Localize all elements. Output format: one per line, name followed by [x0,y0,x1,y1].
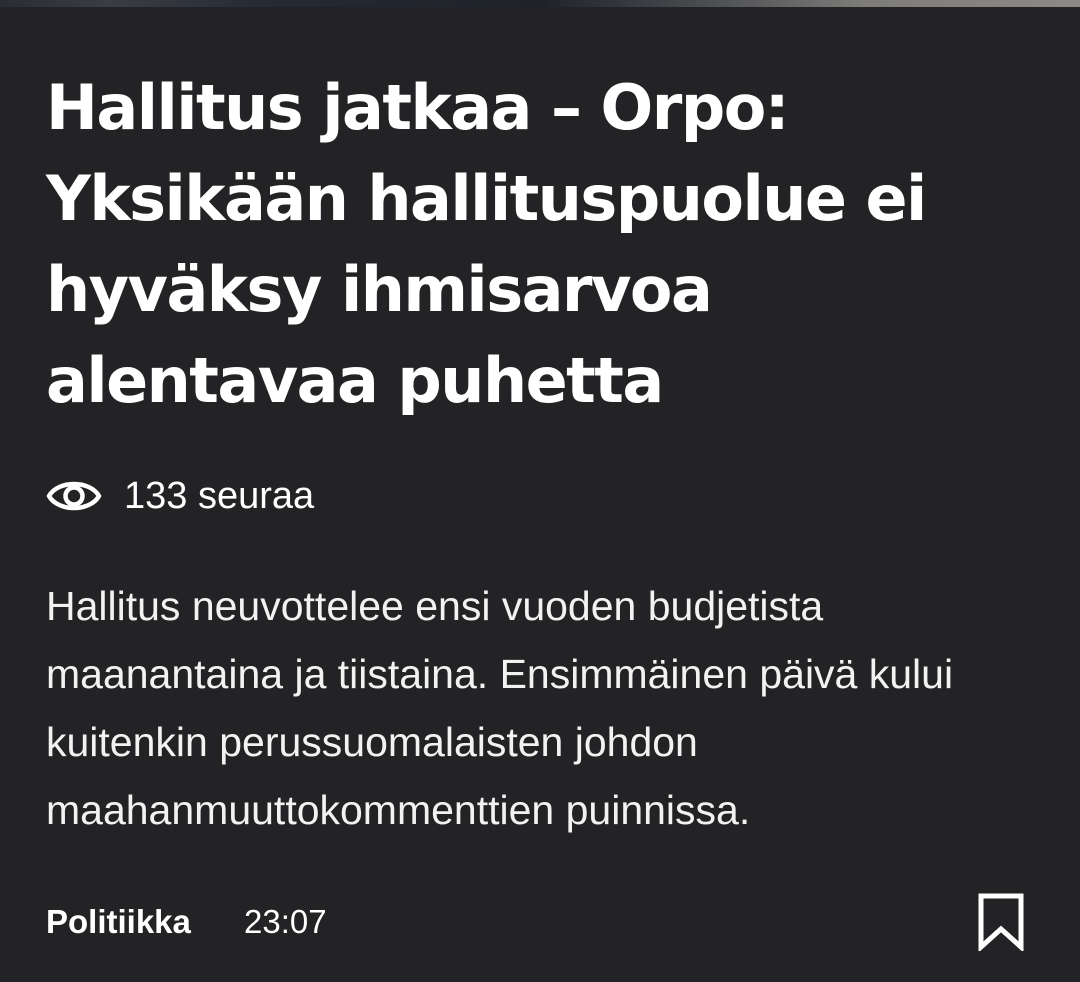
article-card[interactable]: Hallitus jatkaa – Orpo: Yksikään hallitu… [46,62,1036,426]
category-label[interactable]: Politiikka [46,903,191,941]
followers-count: 133 seuraa [124,474,315,517]
eye-icon [46,481,102,511]
followers-info: 133 seuraa [46,470,314,522]
bookmark-button[interactable] [976,893,1026,951]
bookmark-icon [978,893,1024,951]
article-footer: Politiikka 23:07 [46,893,1036,951]
article-lead: Hallitus neuvottelee ensi vuoden budjeti… [46,583,954,833]
article-headline[interactable]: Hallitus jatkaa – Orpo: Yksikään hallitu… [46,62,946,426]
publish-time: 23:07 [244,903,327,940]
article-image-edge[interactable] [0,0,1080,7]
